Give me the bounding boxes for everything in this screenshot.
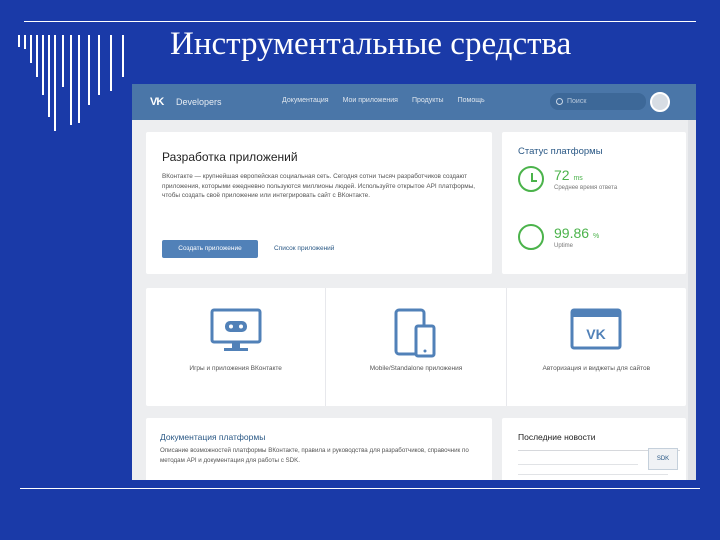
scrollbar[interactable] bbox=[688, 120, 696, 480]
docs-description: Описание возможностей платформы ВКонтакт… bbox=[160, 447, 469, 464]
search-icon bbox=[556, 98, 563, 105]
create-app-button[interactable]: Создать приложение bbox=[162, 240, 258, 258]
product-auth-label: Авторизация и виджеты для сайтов bbox=[542, 365, 651, 372]
vk-header: VK Developers Документация Мои приложени… bbox=[132, 84, 696, 120]
latency-metric: 72 ms Среднее время ответа bbox=[518, 166, 617, 192]
latency-value: 72 bbox=[554, 167, 570, 183]
nav-item-my-apps[interactable]: Мои приложения bbox=[343, 97, 398, 104]
avatar[interactable] bbox=[650, 92, 670, 112]
uptime-unit: % bbox=[592, 233, 600, 240]
vk-developers-screenshot: VK Developers Документация Мои приложени… bbox=[132, 84, 696, 480]
nav-item-docs[interactable]: Документация bbox=[282, 97, 329, 104]
app-development-card: Разработка приложений ВКонтакте — крупне… bbox=[146, 132, 492, 274]
nav-item-help[interactable]: Помощь bbox=[458, 97, 485, 104]
vk-logo[interactable]: VK Developers bbox=[150, 94, 222, 110]
card-description: ВКонтакте — крупнейшая европейская социа… bbox=[162, 173, 476, 200]
uptime-value: 99.86 bbox=[554, 225, 590, 241]
bottom-rule bbox=[20, 488, 700, 489]
docs-title[interactable]: Документация платформы bbox=[160, 432, 265, 442]
products-card: Игры и приложения ВКонтакте Mobile/Stand… bbox=[146, 288, 686, 406]
product-auth-widgets[interactable]: VK Авторизация и виджеты для сайтов bbox=[507, 288, 686, 406]
status-title[interactable]: Статус платформы bbox=[518, 146, 603, 157]
product-games[interactable]: Игры и приложения ВКонтакте bbox=[146, 288, 327, 406]
slide-title: Инструментальные средства bbox=[170, 26, 572, 62]
vk-logo-text: Developers bbox=[176, 97, 222, 107]
nav-item-products[interactable]: Продукты bbox=[412, 97, 444, 104]
top-rule bbox=[24, 21, 696, 22]
product-mobile-label: Mobile/Standalone приложения bbox=[369, 365, 463, 372]
search-placeholder: Поиск bbox=[567, 98, 587, 105]
uptime-metric: 99.86 % Uptime bbox=[518, 224, 599, 250]
app-list-link[interactable]: Список приложений bbox=[274, 245, 334, 252]
platform-status-card: Статус платформы 72 ms Среднее время отв… bbox=[502, 132, 686, 274]
news-line bbox=[518, 464, 638, 465]
vk-logo-icon: VK bbox=[150, 95, 164, 108]
gamepad-monitor-icon bbox=[210, 308, 262, 351]
news-line bbox=[518, 474, 668, 475]
decorative-bars bbox=[18, 35, 138, 135]
product-mobile[interactable]: Mobile/Standalone приложения bbox=[326, 288, 507, 406]
uptime-ring-icon bbox=[518, 224, 544, 250]
card-title: Разработка приложений bbox=[162, 150, 298, 164]
sdk-badge[interactable]: SDK bbox=[648, 448, 678, 470]
latency-unit: ms bbox=[573, 175, 583, 182]
vk-window-icon: VK bbox=[570, 308, 622, 350]
platform-docs-card: Документация платформы Описание возможно… bbox=[146, 418, 492, 480]
devices-icon bbox=[394, 308, 436, 358]
product-games-label: Игры и приложения ВКонтакте bbox=[189, 365, 282, 372]
news-title: Последние новости bbox=[518, 432, 596, 442]
top-nav: Документация Мои приложения Продукты Пом… bbox=[282, 97, 485, 104]
latency-label: Среднее время ответа bbox=[554, 185, 618, 191]
clock-icon bbox=[518, 166, 544, 192]
svg-text:VK: VK bbox=[587, 326, 606, 342]
uptime-label: Uptime bbox=[554, 243, 574, 249]
search-input[interactable]: Поиск bbox=[550, 93, 646, 110]
